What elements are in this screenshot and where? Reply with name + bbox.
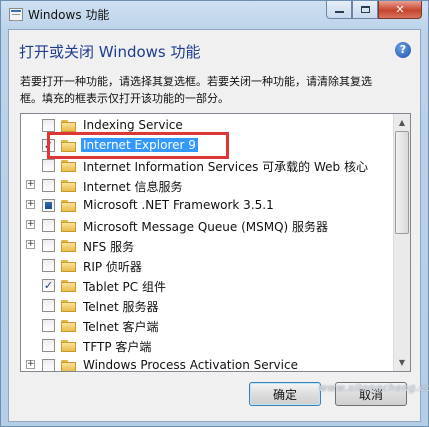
feature-row[interactable]: TFTP 客户端 [21,335,393,355]
folder-icon [61,200,77,212]
expand-icon[interactable]: + [26,360,35,369]
scrollbar-thumb[interactable] [395,131,409,234]
feature-row[interactable]: + Microsoft Message Queue (MSMQ) 服务器 [21,215,393,235]
feature-checkbox[interactable] [42,339,55,352]
feature-label: Telnet 服务器 [83,300,159,314]
feature-row[interactable]: Telnet 客户端 [21,315,393,335]
caption-buttons: ✕ [326,1,422,21]
features-tree[interactable]: Indexing Service ✓ Internet Explorer 9 Inte… [20,113,411,372]
feature-row[interactable]: + Windows Process Activation Service [21,355,393,372]
dialog-heading: 打开或关闭 Windows 功能 [19,43,201,61]
description-line-2: 框。填充的框表示仅打开该功能的一部分。 [20,92,229,105]
feature-checkbox[interactable]: ✓ [42,279,55,292]
folder-icon [61,180,77,192]
folder-icon [61,280,77,292]
feature-label: Internet 信息服务 [83,180,183,194]
feature-label: Microsoft Message Queue (MSMQ) 服务器 [83,220,329,234]
expand-icon[interactable]: + [26,200,35,209]
close-icon: ✕ [395,3,405,16]
watermark: www.xitongcheng.com [319,383,429,394]
folder-icon [61,300,77,312]
maximize-button[interactable] [352,1,378,19]
feature-checkbox[interactable] [42,259,55,272]
title-bar[interactable]: Windows 功能 ✕ [1,1,428,29]
annotation-highlight-box [47,132,229,159]
feature-label: Tablet PC 组件 [83,280,166,294]
folder-icon [61,160,77,172]
feature-row[interactable]: RIP 侦听器 [21,255,393,275]
feature-row[interactable]: ✓ Tablet PC 组件 [21,275,393,295]
minimize-button[interactable] [326,1,352,19]
feature-label: Windows Process Activation Service [83,358,298,372]
folder-icon [61,120,77,132]
expand-icon[interactable]: + [26,180,35,189]
window-title: Windows 功能 [28,8,110,22]
feature-label: Microsoft .NET Framework 3.5.1 [83,198,274,212]
vertical-scrollbar[interactable]: ▲ ▼ [393,114,410,371]
folder-icon [61,320,77,332]
dialog-description: 若要打开一种功能，请选择其复选框。若要关闭一种功能，请清除其复选 框。填充的框表… [20,73,416,107]
description-line-1: 若要打开一种功能，请选择其复选框。若要关闭一种功能，请清除其复选 [20,75,372,88]
folder-icon [61,260,77,272]
minimize-icon [335,11,344,13]
folder-icon [61,240,77,252]
feature-checkbox[interactable] [42,359,55,371]
feature-checkbox[interactable] [42,199,55,212]
folder-icon [61,340,77,352]
feature-checkbox[interactable] [42,119,55,132]
feature-row[interactable]: + Microsoft .NET Framework 3.5.1 [21,195,393,215]
windows-features-dialog: Windows 功能 ✕ 打开或关闭 Windows 功能 ? 若要打开一种功能… [0,0,429,427]
feature-row[interactable]: + NFS 服务 [21,235,393,255]
feature-label: Indexing Service [83,118,183,132]
feature-label: TFTP 客户端 [83,340,152,354]
ok-button[interactable]: 确定 [249,382,321,406]
feature-checkbox[interactable] [42,319,55,332]
feature-checkbox[interactable] [42,159,55,172]
dialog-body: 打开或关闭 Windows 功能 ? 若要打开一种功能，请选择其复选框。若要关闭… [8,29,421,422]
expand-icon[interactable]: + [26,240,35,249]
feature-label: Internet Information Services 可承载的 Web 核… [83,160,368,174]
feature-checkbox[interactable] [42,179,55,192]
folder-icon [61,360,77,371]
feature-label: RIP 侦听器 [83,260,142,274]
close-button[interactable]: ✕ [378,1,422,19]
feature-checkbox[interactable] [42,219,55,232]
maximize-icon [361,6,370,13]
feature-checkbox[interactable] [42,299,55,312]
scroll-up-arrow-icon[interactable]: ▲ [394,114,410,131]
folder-icon [61,220,77,232]
scroll-down-arrow-icon[interactable]: ▼ [394,354,410,371]
expand-icon[interactable]: + [26,220,35,229]
help-icon[interactable]: ? [395,42,411,58]
window-app-icon [9,8,23,21]
feature-checkbox[interactable] [42,239,55,252]
feature-row[interactable]: + Internet 信息服务 [21,175,393,195]
feature-label: NFS 服务 [83,240,135,254]
feature-row[interactable]: Telnet 服务器 [21,295,393,315]
feature-label: Telnet 客户端 [83,320,159,334]
